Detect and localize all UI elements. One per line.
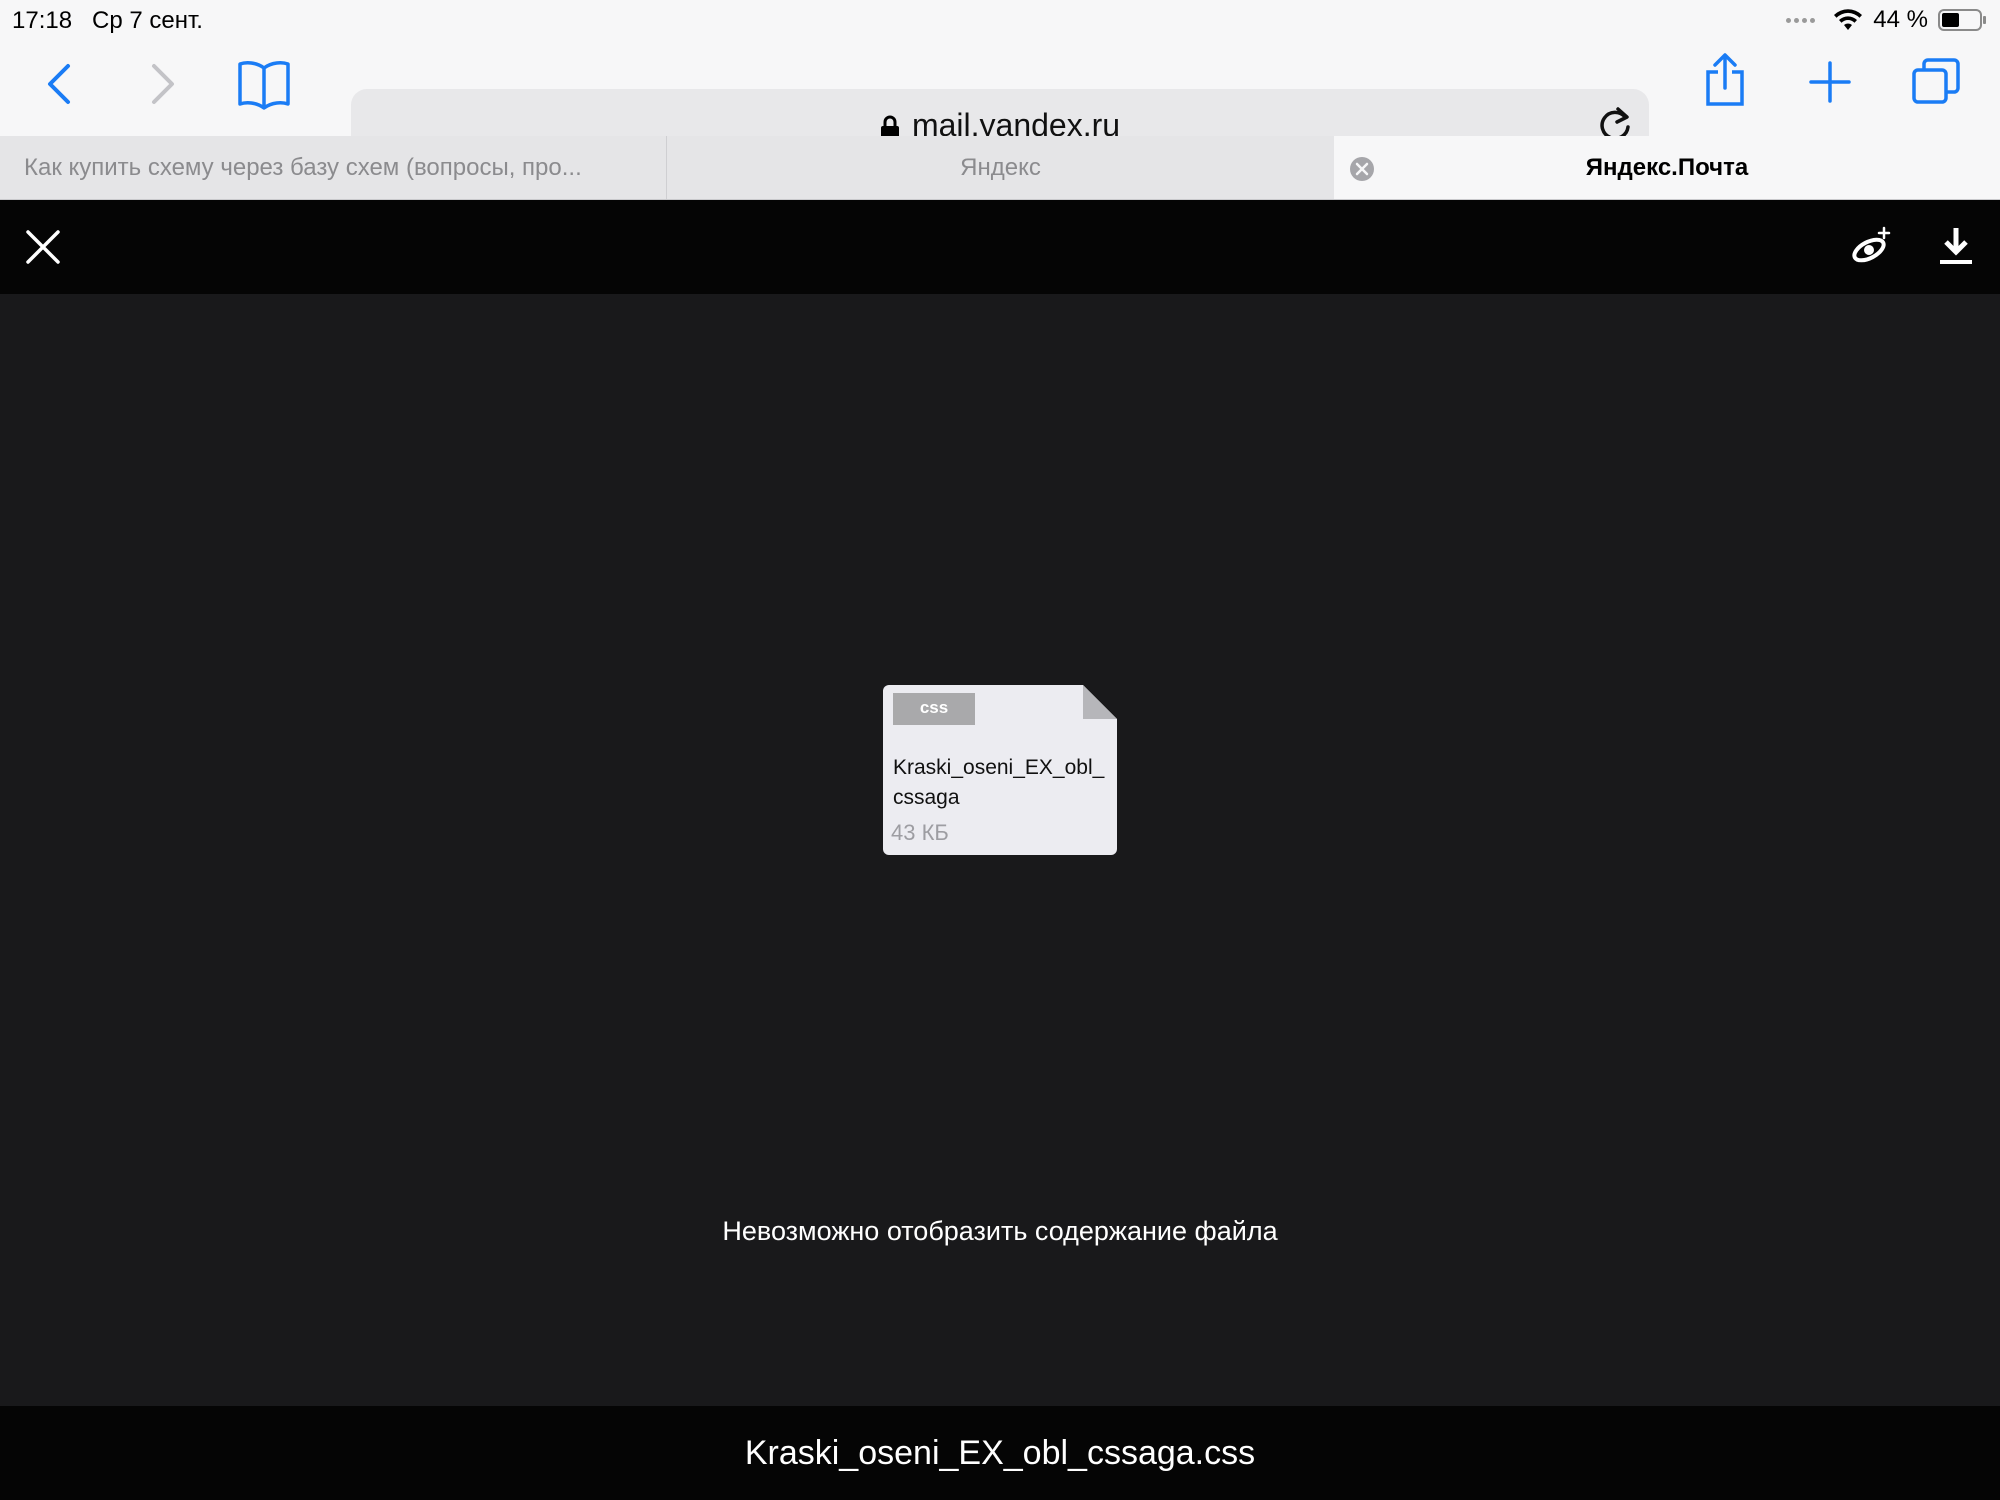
- tab-close-icon[interactable]: [1350, 157, 1374, 181]
- file-preview-card: css Kraski_oseni_EX_obl_cssaga 43 КБ: [883, 685, 1117, 855]
- footer-filename: Kraski_oseni_EX_obl_cssaga.css: [744, 1434, 1256, 1472]
- tab-bar: Как купить схему через базу схем (вопрос…: [0, 136, 2000, 200]
- forward-arrow-icon[interactable]: [148, 62, 178, 106]
- file-type-badge: css: [893, 693, 975, 725]
- tab-schemes[interactable]: Как купить схему через базу схем (вопрос…: [0, 136, 667, 199]
- close-icon[interactable]: [26, 230, 60, 264]
- back-arrow-icon[interactable]: [44, 62, 74, 106]
- bookmarks-icon[interactable]: [236, 58, 292, 110]
- battery-icon: [1938, 9, 1986, 31]
- wifi-icon: [1834, 9, 1863, 30]
- browser-toolbar: mail.yandex.ru: [0, 42, 2000, 159]
- file-size: 43 КБ: [891, 820, 949, 845]
- status-date: Ср 7 сент.: [92, 7, 203, 34]
- file-name-preview: Kraski_oseni_EX_obl_cssaga: [893, 756, 1105, 809]
- tab-label: Яндекс: [960, 153, 1041, 181]
- status-time: 17:18: [12, 7, 73, 34]
- tab-label: Яндекс.Почта: [1585, 153, 1749, 181]
- tabs-overview-icon[interactable]: [1910, 56, 1962, 106]
- status-right: 44 %: [1786, 6, 1988, 34]
- save-to-disk-icon[interactable]: [1850, 226, 1892, 266]
- new-tab-plus-icon[interactable]: [1808, 60, 1852, 104]
- tab-label: Как купить схему через базу схем (вопрос…: [24, 153, 582, 181]
- cannot-display-message: Невозможно отобразить содержание файла: [722, 1216, 1278, 1246]
- cellular-signal-icon: [1786, 17, 1816, 23]
- tab-yandex-mail[interactable]: Яндекс.Почта: [1334, 136, 2000, 199]
- viewer-header: [0, 200, 2000, 294]
- status-bar: 17:18 Ср 7 сент. 44 %: [0, 0, 2000, 42]
- share-icon[interactable]: [1704, 52, 1746, 108]
- viewer-footer: Kraski_oseni_EX_obl_cssaga.css: [0, 1406, 2000, 1500]
- download-icon[interactable]: [1938, 226, 1974, 266]
- tab-yandex[interactable]: Яндекс: [668, 136, 1333, 199]
- battery-percent: 44 %: [1873, 6, 1928, 33]
